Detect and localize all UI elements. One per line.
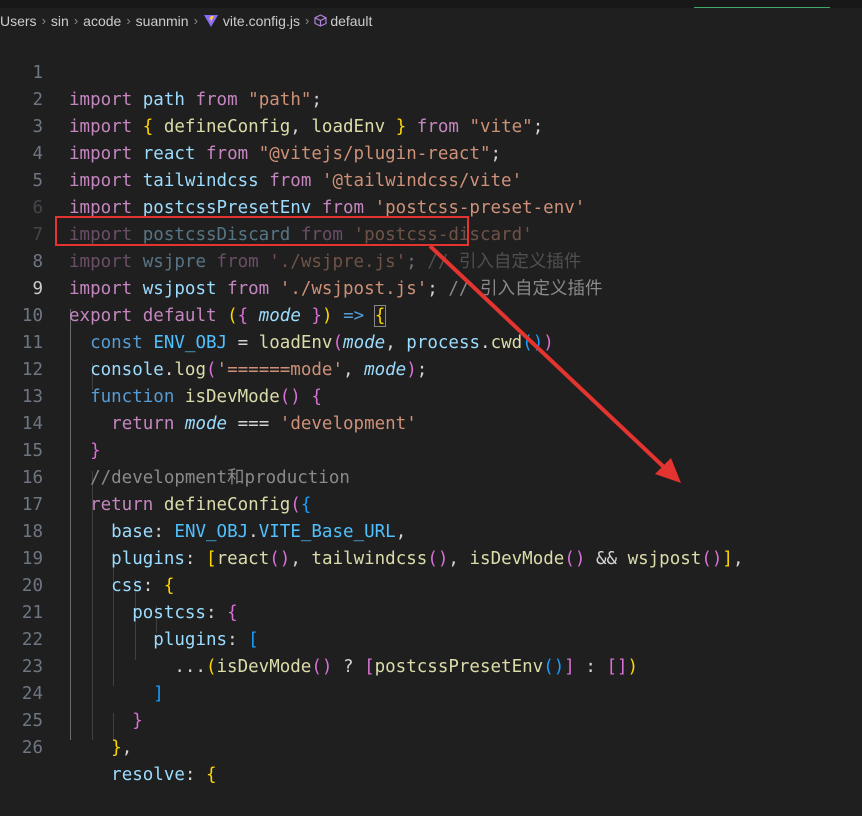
chevron-right-icon: › bbox=[41, 13, 46, 28]
chevron-right-icon: › bbox=[193, 13, 198, 28]
code-line-26: 26 resolve: { bbox=[0, 708, 862, 785]
code-line-4: 4 import tailwindcss from '@tailwindcss/… bbox=[0, 114, 862, 191]
chevron-right-icon: › bbox=[126, 13, 131, 28]
code-editor[interactable]: 1 import path from "path"; 2 import { de… bbox=[0, 33, 862, 785]
code-line-3: 3 import react from "@vitejs/plugin-reac… bbox=[0, 87, 862, 164]
breadcrumb-item-suanmin[interactable]: suanmin bbox=[136, 13, 189, 29]
code-line-12: 12 function isDevMode() { bbox=[0, 330, 862, 407]
annotation-highlight-box bbox=[55, 216, 469, 246]
code-line-10: 10 const ENV_OBJ = loadEnv(mode, process… bbox=[0, 276, 862, 353]
code-line-23: 23 ] bbox=[0, 627, 862, 704]
code-line-22: 22 ...(isDevMode() ? [postcssPresetEnv()… bbox=[0, 600, 862, 677]
chevron-right-icon: › bbox=[73, 13, 79, 28]
code-line-15: 15 //development和production bbox=[0, 411, 862, 488]
code-line-20: 20 postcss: { bbox=[0, 546, 862, 623]
breadcrumb: Users › sin › acode › suanmin › vite.con… bbox=[0, 8, 862, 33]
breadcrumb-item-sin[interactable]: sin bbox=[51, 13, 69, 29]
vite-file-icon bbox=[203, 14, 218, 27]
code-line-18: 18 plugins: [react(), tailwindcss(), isD… bbox=[0, 492, 862, 569]
code-line-16: 16 return defineConfig({ bbox=[0, 438, 862, 515]
code-line-24: 24 } bbox=[0, 654, 862, 731]
code-line-13: 13 return mode === 'development' bbox=[0, 357, 862, 434]
code-line-19: 19 css: { bbox=[0, 519, 862, 596]
code-line-2: 2 import { defineConfig, loadEnv } from … bbox=[0, 60, 862, 137]
breadcrumb-item-symbol[interactable]: default bbox=[330, 13, 372, 29]
code-line-11: 11 console.log('======mode', mode); bbox=[0, 303, 862, 380]
chevron-right-icon: › bbox=[304, 13, 310, 28]
breadcrumb-item-file[interactable]: vite.config.js bbox=[223, 13, 300, 29]
line-number: 26 bbox=[21, 738, 43, 758]
breadcrumb-item-acode[interactable]: acode bbox=[83, 13, 121, 29]
property-token: resolve bbox=[111, 765, 185, 785]
breadcrumb-item-users[interactable]: Users bbox=[0, 13, 37, 29]
code-line-17: 17 base: ENV_OBJ.VITE_Base_URL, bbox=[0, 465, 862, 542]
code-line-21: 21 plugins: [ bbox=[0, 573, 862, 650]
code-line-6: 6 import postcssDiscard from 'postcss-di… bbox=[0, 168, 862, 245]
code-line-9: 9 export default ({ mode }) => { bbox=[0, 249, 862, 327]
code-line-14: 14 } bbox=[0, 384, 862, 461]
code-line-25: 25 }, bbox=[0, 681, 862, 758]
symbol-cube-icon bbox=[314, 14, 327, 27]
tab-bar bbox=[0, 0, 862, 8]
code-line-1: 1 import path from "path"; bbox=[0, 33, 862, 110]
code-line-5: 5 import postcssPresetEnv from 'postcss-… bbox=[0, 141, 862, 218]
